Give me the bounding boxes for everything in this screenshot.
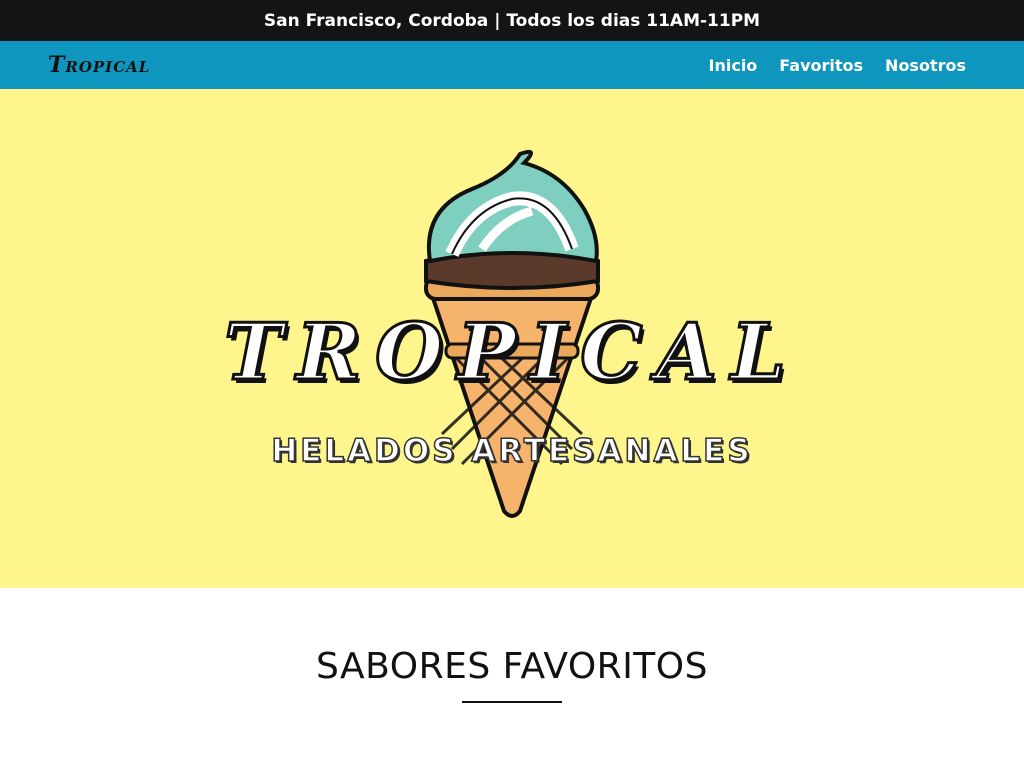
hero-title: TROPICAL bbox=[223, 306, 800, 400]
brand-logo[interactable]: Tropical bbox=[48, 52, 150, 78]
nav-link-favoritos[interactable]: Favoritos bbox=[779, 56, 863, 75]
top-info-bar: San Francisco, Cordoba | Todos los dias … bbox=[0, 0, 1024, 41]
section-title: SABORES FAVORITOS bbox=[316, 646, 708, 687]
location-hours-text: San Francisco, Cordoba | Todos los dias … bbox=[263, 10, 761, 31]
nav-link-nosotros[interactable]: Nosotros bbox=[885, 56, 966, 75]
hero-banner: TROPICAL HELADOS ARTESANALES bbox=[0, 89, 1024, 588]
hero-subtitle: HELADOS ARTESANALES bbox=[271, 432, 753, 470]
section-divider bbox=[462, 701, 562, 703]
nav-links: Inicio Favoritos Nosotros bbox=[709, 56, 967, 75]
main-navbar: Tropical Inicio Favoritos Nosotros bbox=[0, 41, 1024, 89]
favorites-section: SABORES FAVORITOS bbox=[0, 588, 1024, 768]
nav-link-inicio[interactable]: Inicio bbox=[709, 56, 758, 75]
